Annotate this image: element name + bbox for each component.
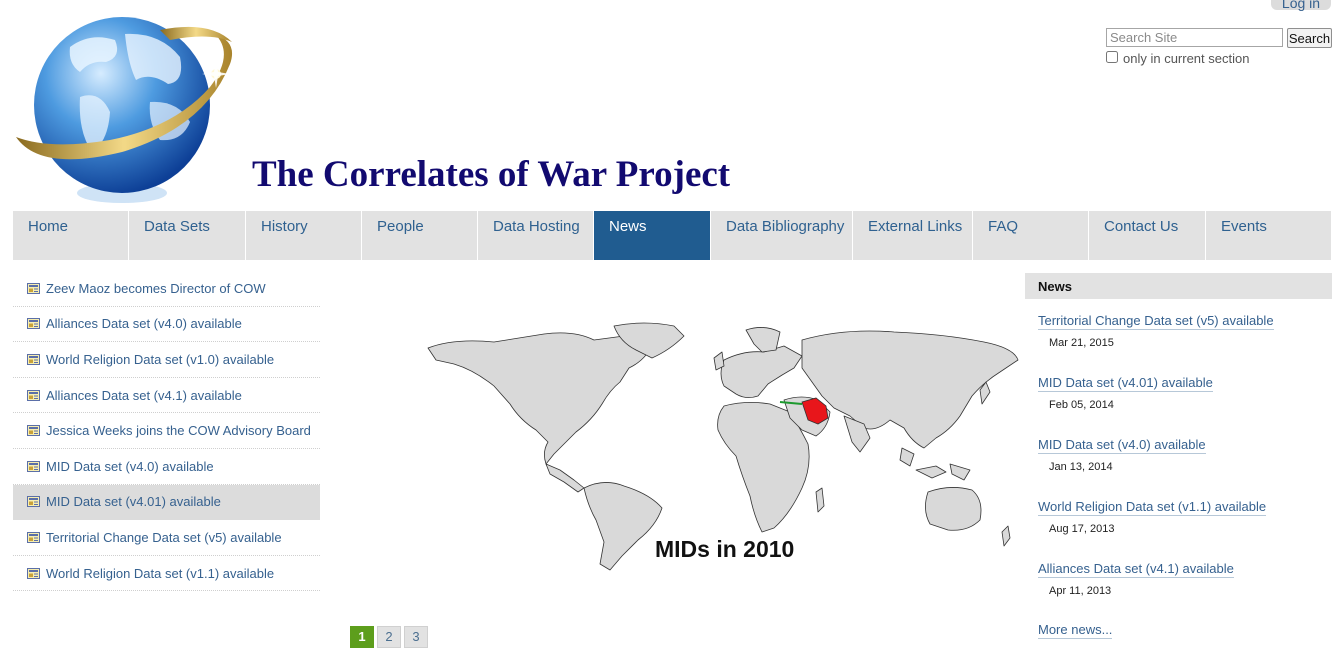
- news-item-icon: [27, 460, 40, 472]
- news-portlet-item: MID Data set (v4.0) available Jan 13, 20…: [1038, 436, 1328, 498]
- news-portlet-date: Feb 05, 2014: [1049, 399, 1114, 411]
- login-button[interactable]: Log in: [1271, 0, 1331, 10]
- news-list-item-label: World Religion Data set (v1.0) available: [46, 351, 275, 367]
- nav-news[interactable]: News: [594, 211, 711, 260]
- news-portlet-list: Territorial Change Data set (v5) availab…: [1038, 312, 1328, 622]
- news-list-item[interactable]: World Religion Data set (v1.1) available: [13, 556, 320, 592]
- news-item-icon: [27, 531, 40, 543]
- current-section-checkbox[interactable]: [1106, 51, 1118, 63]
- nav-home[interactable]: Home: [13, 211, 129, 260]
- news-portlet-item: World Religion Data set (v1.1) available…: [1038, 498, 1328, 560]
- news-list-item[interactable]: Alliances Data set (v4.1) available: [13, 378, 320, 414]
- page-button-current[interactable]: 1: [350, 626, 374, 648]
- news-list-item-label: World Religion Data set (v1.1) available: [46, 565, 275, 581]
- news-list-item[interactable]: World Religion Data set (v1.0) available: [13, 342, 320, 378]
- news-list-item-label: Territorial Change Data set (v5) availab…: [46, 529, 282, 545]
- news-list-item-label: Zeev Maoz becomes Director of COW: [46, 280, 266, 296]
- news-portlet-item: Alliances Data set (v4.1) available Apr …: [1038, 560, 1328, 622]
- nav-events[interactable]: Events: [1206, 211, 1332, 260]
- nav-contact-us[interactable]: Contact Us: [1089, 211, 1206, 260]
- nav-faq[interactable]: FAQ: [973, 211, 1089, 260]
- news-portlet-link[interactable]: MID Data set (v4.0) available: [1038, 437, 1206, 454]
- news-portlet-item: Territorial Change Data set (v5) availab…: [1038, 312, 1328, 374]
- news-list-item-label: Alliances Data set (v4.0) available: [46, 316, 242, 332]
- news-list-item-selected[interactable]: MID Data set (v4.01) available: [13, 484, 320, 521]
- current-section-label: only in current section: [1123, 51, 1250, 66]
- news-portlet-link[interactable]: Alliances Data set (v4.1) available: [1038, 561, 1234, 578]
- nav-data-hosting[interactable]: Data Hosting: [478, 211, 594, 260]
- news-list-item[interactable]: Jessica Weeks joins the COW Advisory Boa…: [13, 413, 320, 449]
- news-list-item[interactable]: Alliances Data set (v4.0) available: [13, 307, 320, 343]
- news-item-icon: [27, 496, 40, 508]
- main-nav: Home Data Sets History People Data Hosti…: [13, 211, 1332, 260]
- page-button[interactable]: 3: [404, 626, 428, 648]
- news-portlet-date: Aug 17, 2013: [1049, 523, 1115, 535]
- map-caption: MIDs in 2010: [655, 536, 795, 562]
- search-input[interactable]: [1106, 28, 1283, 47]
- site-title: The Correlates of War Project: [252, 154, 731, 195]
- news-portlet-date: Jan 13, 2014: [1049, 461, 1113, 473]
- news-list-item[interactable]: MID Data set (v4.0) available: [13, 449, 320, 485]
- news-list-item[interactable]: Zeev Maoz becomes Director of COW: [13, 271, 320, 307]
- globe-logo-icon[interactable]: [10, 2, 242, 208]
- search-button[interactable]: Search: [1287, 28, 1332, 48]
- news-list-item-label: MID Data set (v4.0) available: [46, 458, 214, 474]
- news-list-item[interactable]: Territorial Change Data set (v5) availab…: [13, 520, 320, 556]
- news-list-item-label: Jessica Weeks joins the COW Advisory Boa…: [46, 423, 311, 439]
- nav-people[interactable]: People: [362, 211, 478, 260]
- news-portlet-link[interactable]: World Religion Data set (v1.1) available: [1038, 499, 1267, 516]
- news-item-icon: [27, 567, 40, 579]
- nav-data-sets[interactable]: Data Sets: [129, 211, 246, 260]
- world-map-icon: [427, 322, 1019, 571]
- news-list-item-label: MID Data set (v4.01) available: [46, 494, 221, 510]
- news-portlet-link[interactable]: MID Data set (v4.01) available: [1038, 375, 1213, 392]
- news-portlet-heading[interactable]: News: [1025, 273, 1332, 299]
- nav-history[interactable]: History: [246, 211, 362, 260]
- news-list: Zeev Maoz becomes Director of COW Allian…: [13, 271, 320, 592]
- news-portlet-link[interactable]: Territorial Change Data set (v5) availab…: [1038, 313, 1274, 330]
- news-list-item-label: Alliances Data set (v4.1) available: [46, 387, 242, 403]
- news-item-icon: [27, 318, 40, 330]
- nav-external-links[interactable]: External Links: [853, 211, 973, 260]
- more-news-link[interactable]: More news...: [1038, 622, 1113, 639]
- news-item-icon: [27, 282, 40, 294]
- news-portlet-date: Apr 11, 2013: [1049, 585, 1112, 597]
- news-portlet-date: Mar 21, 2015: [1049, 337, 1114, 349]
- news-item-icon: [27, 425, 40, 437]
- news-portlet-item: MID Data set (v4.01) available Feb 05, 2…: [1038, 374, 1328, 436]
- page-button[interactable]: 2: [377, 626, 401, 648]
- news-item-icon: [27, 389, 40, 401]
- pagination: 1 2 3: [350, 626, 428, 648]
- news-item-icon: [27, 353, 40, 365]
- nav-data-bibliography[interactable]: Data Bibliography: [711, 211, 853, 260]
